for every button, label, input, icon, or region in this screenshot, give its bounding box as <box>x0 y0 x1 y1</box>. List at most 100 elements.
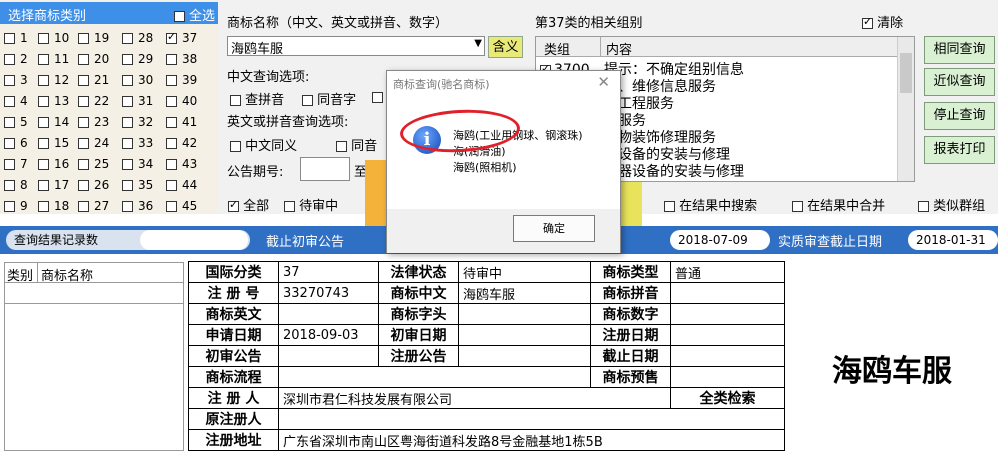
category-option-44[interactable]: 44 <box>166 178 197 192</box>
groups-scrollbar[interactable] <box>897 37 914 181</box>
category-checkbox[interactable] <box>122 138 133 149</box>
category-option-36[interactable]: 36 <box>122 199 153 213</box>
category-option-5[interactable]: 5 <box>4 115 28 129</box>
category-option-41[interactable]: 41 <box>166 115 197 129</box>
category-checkbox[interactable] <box>166 30 177 44</box>
category-checkbox[interactable] <box>78 159 89 170</box>
category-checkbox[interactable] <box>122 180 133 191</box>
category-checkbox[interactable] <box>4 75 15 86</box>
category-option-10[interactable]: 10 <box>38 31 69 45</box>
meaning-button[interactable]: 含义 <box>488 36 523 58</box>
category-option-20[interactable]: 20 <box>78 52 109 66</box>
scrollbar-thumb[interactable] <box>900 53 912 93</box>
filter-pending[interactable]: 待审中 <box>284 195 338 214</box>
category-checkbox[interactable] <box>38 54 49 65</box>
hidden-checkbox[interactable] <box>372 90 383 105</box>
category-checkbox[interactable] <box>166 159 177 170</box>
filter-similar-groups[interactable]: 类似群组 <box>918 195 985 214</box>
category-option-3[interactable]: 3 <box>4 73 28 87</box>
category-option-22[interactable]: 22 <box>78 94 109 108</box>
pinyin-checkbox[interactable] <box>230 95 241 106</box>
report-print-button[interactable]: 报表打印 <box>924 136 995 164</box>
category-checkbox[interactable] <box>4 159 15 170</box>
category-checkbox[interactable] <box>122 54 133 65</box>
cn-synonym-checkbox[interactable] <box>230 141 241 152</box>
category-option-6[interactable]: 6 <box>4 136 28 150</box>
same-search-button[interactable]: 相同查询 <box>924 36 995 64</box>
result-list[interactable]: 类别 商标名称 <box>4 262 184 451</box>
category-checkbox[interactable] <box>166 180 177 191</box>
category-option-4[interactable]: 4 <box>4 94 28 108</box>
all-class-search-link[interactable]: 全类检索 <box>670 387 785 409</box>
category-checkbox[interactable] <box>4 201 15 212</box>
category-option-9[interactable]: 9 <box>4 199 28 213</box>
filter-all[interactable]: 全部 <box>228 195 269 214</box>
category-checkbox[interactable] <box>122 117 133 128</box>
filter-similar-groups-checkbox[interactable] <box>918 201 929 212</box>
category-option-33[interactable]: 33 <box>122 136 153 150</box>
filter-pending-checkbox[interactable] <box>284 201 295 212</box>
homophone2-checkbox[interactable] <box>336 141 347 152</box>
category-checkbox[interactable] <box>122 159 133 170</box>
name-input[interactable]: 海鸥车服 ▼ <box>227 36 485 57</box>
similar-search-button[interactable]: 近似查询 <box>924 68 995 96</box>
category-checkbox[interactable] <box>38 201 49 212</box>
category-checkbox[interactable] <box>78 201 89 212</box>
category-checkbox[interactable] <box>78 96 89 107</box>
category-checkbox[interactable] <box>166 96 177 107</box>
category-option-24[interactable]: 24 <box>78 136 109 150</box>
category-checkbox[interactable] <box>4 96 15 107</box>
category-option-27[interactable]: 27 <box>78 199 109 213</box>
category-option-34[interactable]: 34 <box>122 157 153 171</box>
homophone-option[interactable]: 同音字 <box>302 89 356 108</box>
category-option-18[interactable]: 18 <box>38 199 69 213</box>
category-checkbox[interactable] <box>166 54 177 65</box>
category-checkbox[interactable] <box>78 180 89 191</box>
category-option-37[interactable]: 37 <box>166 30 197 45</box>
category-option-42[interactable]: 42 <box>166 136 197 150</box>
period-from-input[interactable] <box>300 157 350 181</box>
category-checkbox[interactable] <box>78 54 89 65</box>
category-checkbox[interactable] <box>78 138 89 149</box>
stop-search-button[interactable]: 停止查询 <box>924 102 995 130</box>
pinyin-option[interactable]: 查拼音 <box>230 89 284 108</box>
category-option-30[interactable]: 30 <box>122 73 153 87</box>
category-checkbox[interactable] <box>38 117 49 128</box>
category-option-35[interactable]: 35 <box>122 178 153 192</box>
category-checkbox[interactable] <box>166 75 177 86</box>
category-option-8[interactable]: 8 <box>4 178 28 192</box>
category-checkbox[interactable] <box>38 180 49 191</box>
category-checkbox[interactable] <box>78 117 89 128</box>
category-checkbox[interactable] <box>166 201 177 212</box>
category-option-15[interactable]: 15 <box>38 136 69 150</box>
category-checkbox[interactable] <box>122 33 133 44</box>
category-checkbox[interactable] <box>38 33 49 44</box>
category-checkbox[interactable] <box>4 33 15 44</box>
category-option-26[interactable]: 26 <box>78 178 109 192</box>
category-checkbox[interactable] <box>122 96 133 107</box>
ok-button[interactable]: 确定 <box>513 215 595 242</box>
category-option-7[interactable]: 7 <box>4 157 28 171</box>
category-option-32[interactable]: 32 <box>122 115 153 129</box>
filter-merge[interactable]: 在结果中合并 <box>792 195 885 214</box>
dropdown-arrow-icon[interactable]: ▼ <box>474 38 482 49</box>
category-option-40[interactable]: 40 <box>166 94 197 108</box>
category-option-29[interactable]: 29 <box>122 52 153 66</box>
category-option-1[interactable]: 1 <box>4 31 28 45</box>
category-checkbox[interactable] <box>38 75 49 86</box>
homophone-checkbox[interactable] <box>302 95 313 106</box>
cn-synonym-option[interactable]: 中文同义 <box>230 135 297 154</box>
category-option-12[interactable]: 12 <box>38 73 69 87</box>
category-option-45[interactable]: 45 <box>166 199 197 213</box>
category-option-16[interactable]: 16 <box>38 157 69 171</box>
close-icon[interactable]: ✕ <box>597 73 610 91</box>
category-checkbox[interactable] <box>38 159 49 170</box>
category-option-23[interactable]: 23 <box>78 115 109 129</box>
filter-merge-checkbox[interactable] <box>792 201 803 212</box>
category-option-21[interactable]: 21 <box>78 73 109 87</box>
filter-all-checkbox[interactable] <box>228 198 239 212</box>
category-option-28[interactable]: 28 <box>122 31 153 45</box>
category-checkbox[interactable] <box>78 75 89 86</box>
category-option-39[interactable]: 39 <box>166 73 197 87</box>
homophone2-option[interactable]: 同音 <box>336 135 377 154</box>
